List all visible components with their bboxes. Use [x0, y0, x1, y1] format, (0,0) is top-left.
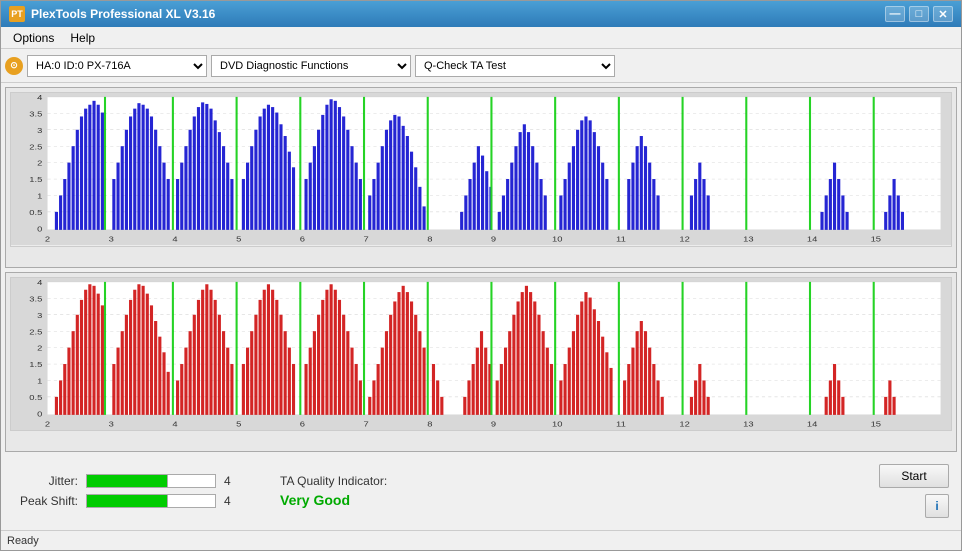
bottom-chart: 4 3.5 3 2.5 2 1.5 1 0.5 0 2 3 4 5 [10, 277, 952, 432]
svg-text:0: 0 [37, 225, 43, 233]
svg-text:0.5: 0.5 [29, 208, 42, 216]
svg-text:2.5: 2.5 [29, 143, 42, 151]
quality-value: Very Good [280, 492, 387, 508]
svg-text:9: 9 [491, 419, 497, 427]
top-chart: 4 3.5 3 2.5 2 1.5 1 0.5 0 2 3 4 5 [10, 92, 952, 247]
main-window: PT PlexTools Professional XL V3.16 — □ ✕… [0, 0, 962, 551]
svg-text:2: 2 [37, 343, 43, 351]
svg-text:7: 7 [363, 235, 369, 243]
main-content: 4 3.5 3 2.5 2 1.5 1 0.5 0 2 3 4 5 [1, 83, 961, 530]
svg-text:12: 12 [679, 235, 690, 243]
peak-shift-empty [167, 495, 215, 507]
info-button[interactable]: i [925, 494, 949, 518]
svg-text:2: 2 [45, 235, 51, 243]
device-selector: ⊙ HA:0 ID:0 PX-716A [5, 55, 207, 77]
title-controls: — □ ✕ [885, 6, 953, 22]
svg-text:4: 4 [172, 419, 178, 427]
svg-text:1: 1 [37, 192, 43, 200]
svg-text:10: 10 [552, 419, 563, 427]
status-bar: Ready [1, 530, 961, 550]
svg-text:2: 2 [45, 419, 51, 427]
svg-text:0.5: 0.5 [29, 393, 42, 401]
quality-section: TA Quality Indicator: Very Good [280, 474, 387, 508]
bottom-chart-svg: 4 3.5 3 2.5 2 1.5 1 0.5 0 2 3 4 5 [11, 278, 951, 431]
title-bar: PT PlexTools Professional XL V3.16 — □ ✕ [1, 1, 961, 27]
svg-text:15: 15 [871, 419, 882, 427]
svg-text:3.5: 3.5 [29, 294, 42, 302]
svg-text:1: 1 [37, 376, 43, 384]
function-dropdown[interactable]: DVD Diagnostic Functions [211, 55, 411, 77]
maximize-button[interactable]: □ [909, 6, 929, 22]
top-chart-svg: 4 3.5 3 2.5 2 1.5 1 0.5 0 2 3 4 5 [11, 93, 951, 246]
menu-help[interactable]: Help [62, 29, 103, 47]
svg-text:3: 3 [109, 419, 115, 427]
svg-text:15: 15 [871, 235, 882, 243]
svg-text:7: 7 [363, 419, 369, 427]
bottom-panel: Jitter: 4 Peak Shift: 4 [5, 456, 957, 526]
svg-text:11: 11 [616, 419, 626, 427]
svg-text:3: 3 [37, 126, 43, 134]
device-icon: ⊙ [5, 57, 23, 75]
jitter-row: Jitter: 4 [13, 474, 240, 488]
action-section: Start i [879, 464, 949, 518]
svg-text:2: 2 [37, 159, 43, 167]
minimize-button[interactable]: — [885, 6, 905, 22]
svg-text:8: 8 [427, 235, 433, 243]
svg-text:3: 3 [109, 235, 115, 243]
svg-text:4: 4 [37, 278, 43, 286]
metrics-section: Jitter: 4 Peak Shift: 4 [13, 474, 240, 508]
svg-text:6: 6 [300, 419, 306, 427]
svg-text:5: 5 [236, 235, 242, 243]
menu-options[interactable]: Options [5, 29, 62, 47]
svg-text:1.5: 1.5 [29, 360, 42, 368]
peak-shift-fill [87, 495, 167, 507]
bottom-chart-container: 4 3.5 3 2.5 2 1.5 1 0.5 0 2 3 4 5 [5, 272, 957, 453]
svg-text:8: 8 [427, 419, 433, 427]
svg-text:11: 11 [616, 235, 626, 243]
toolbar: ⊙ HA:0 ID:0 PX-716A DVD Diagnostic Funct… [1, 49, 961, 83]
svg-text:5: 5 [236, 419, 242, 427]
close-button[interactable]: ✕ [933, 6, 953, 22]
jitter-value: 4 [224, 474, 240, 488]
device-dropdown[interactable]: HA:0 ID:0 PX-716A [27, 55, 207, 77]
quality-label: TA Quality Indicator: [280, 474, 387, 488]
svg-text:13: 13 [743, 419, 754, 427]
svg-text:14: 14 [807, 419, 818, 427]
jitter-fill [87, 475, 167, 487]
svg-text:12: 12 [679, 419, 690, 427]
svg-text:0: 0 [37, 409, 43, 417]
test-dropdown[interactable]: Q-Check TA Test [415, 55, 615, 77]
jitter-label: Jitter: [13, 474, 78, 488]
svg-text:4: 4 [172, 235, 178, 243]
peak-shift-row: Peak Shift: 4 [13, 494, 240, 508]
peak-shift-label: Peak Shift: [13, 494, 78, 508]
svg-text:9: 9 [491, 235, 497, 243]
svg-text:6: 6 [300, 235, 306, 243]
status-text: Ready [7, 535, 39, 547]
start-button[interactable]: Start [879, 464, 949, 488]
menu-bar: Options Help [1, 27, 961, 49]
app-icon: PT [9, 6, 25, 22]
svg-text:1.5: 1.5 [29, 175, 42, 183]
svg-text:3: 3 [37, 311, 43, 319]
chart-area: 4 3.5 3 2.5 2 1.5 1 0.5 0 2 3 4 5 [5, 87, 957, 452]
svg-text:3.5: 3.5 [29, 110, 42, 118]
top-chart-container: 4 3.5 3 2.5 2 1.5 1 0.5 0 2 3 4 5 [5, 87, 957, 268]
window-title: PlexTools Professional XL V3.16 [31, 7, 215, 21]
svg-text:13: 13 [743, 235, 754, 243]
title-bar-left: PT PlexTools Professional XL V3.16 [9, 6, 215, 22]
svg-text:10: 10 [552, 235, 563, 243]
peak-shift-progress [86, 494, 216, 508]
jitter-empty [167, 475, 215, 487]
jitter-progress [86, 474, 216, 488]
peak-shift-value: 4 [224, 494, 240, 508]
svg-text:4: 4 [37, 93, 43, 101]
svg-text:14: 14 [807, 235, 818, 243]
svg-text:2.5: 2.5 [29, 327, 42, 335]
